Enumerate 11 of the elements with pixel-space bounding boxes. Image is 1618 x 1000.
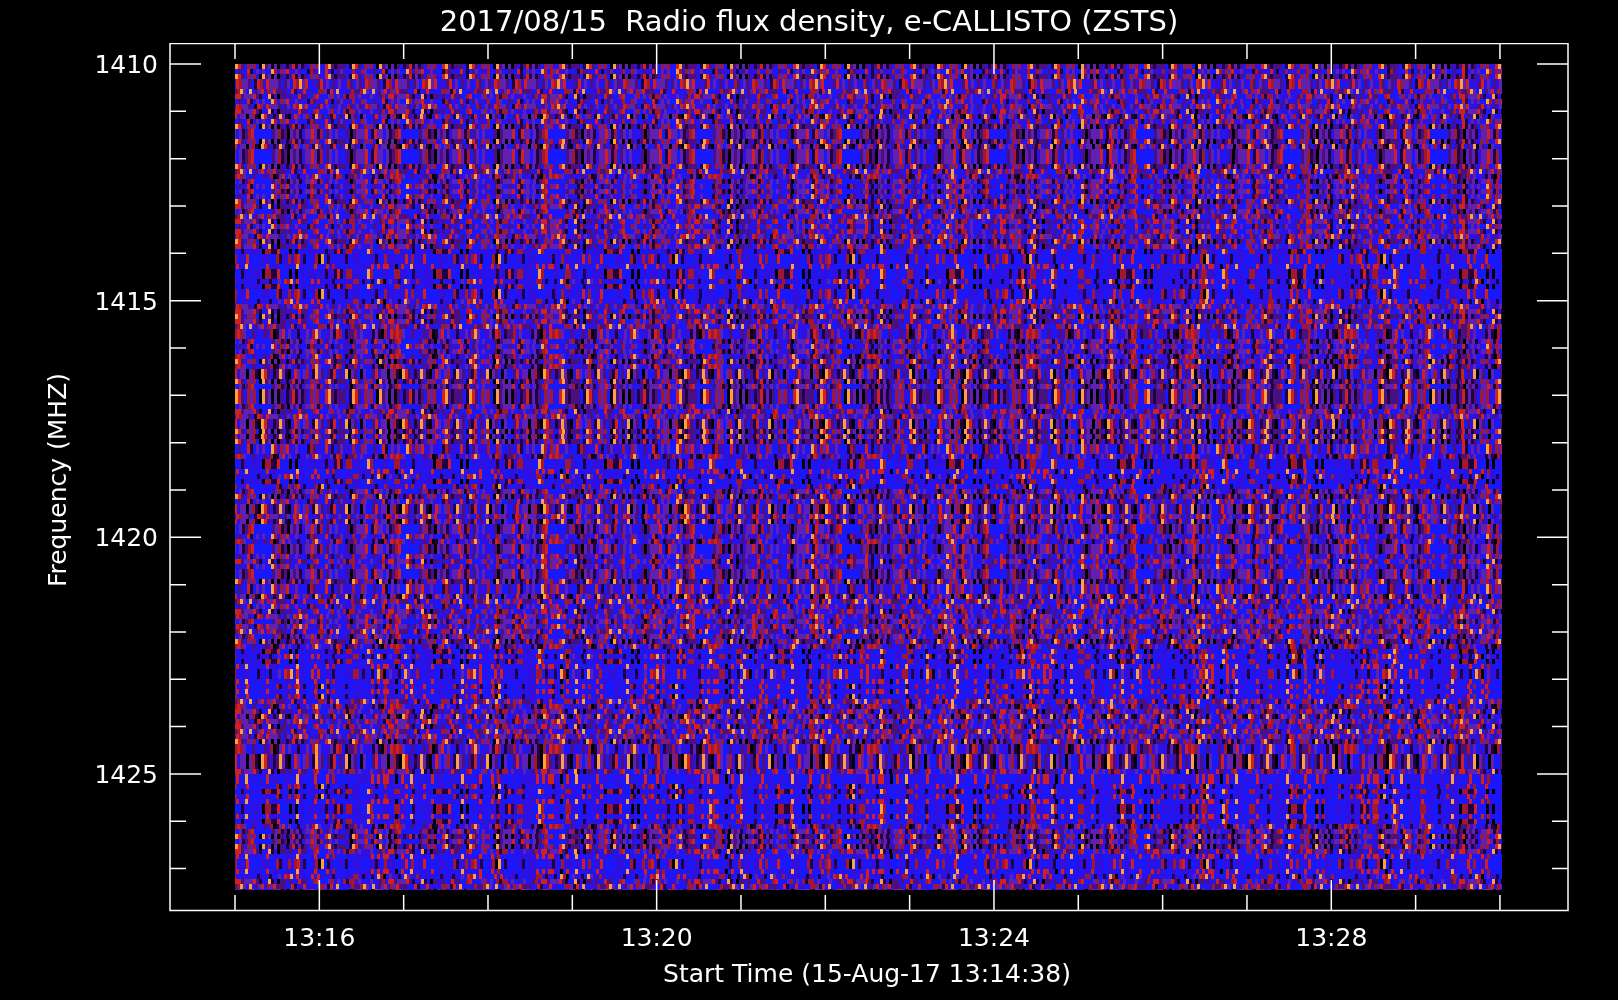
y-tick-label: 1420 xyxy=(94,523,158,553)
x-tick-label: 13:20 xyxy=(620,923,693,952)
y-tick-label: 1425 xyxy=(94,759,158,789)
chart-title: 2017/08/15 Radio flux density, e-CALLISTO (ZSTS) xyxy=(439,3,1179,40)
x-axis-label: Start Time (15-Aug-17 13:14:38) xyxy=(663,959,1071,988)
y-tick-label: 1415 xyxy=(94,286,158,316)
x-tick-label: 13:16 xyxy=(283,923,356,952)
y-tick-label: 1410 xyxy=(94,50,158,79)
x-tick-label: 13:24 xyxy=(957,923,1030,952)
y-axis-label: Frequency (MHZ) xyxy=(43,372,72,588)
x-tick-label: 13:28 xyxy=(1295,923,1368,952)
